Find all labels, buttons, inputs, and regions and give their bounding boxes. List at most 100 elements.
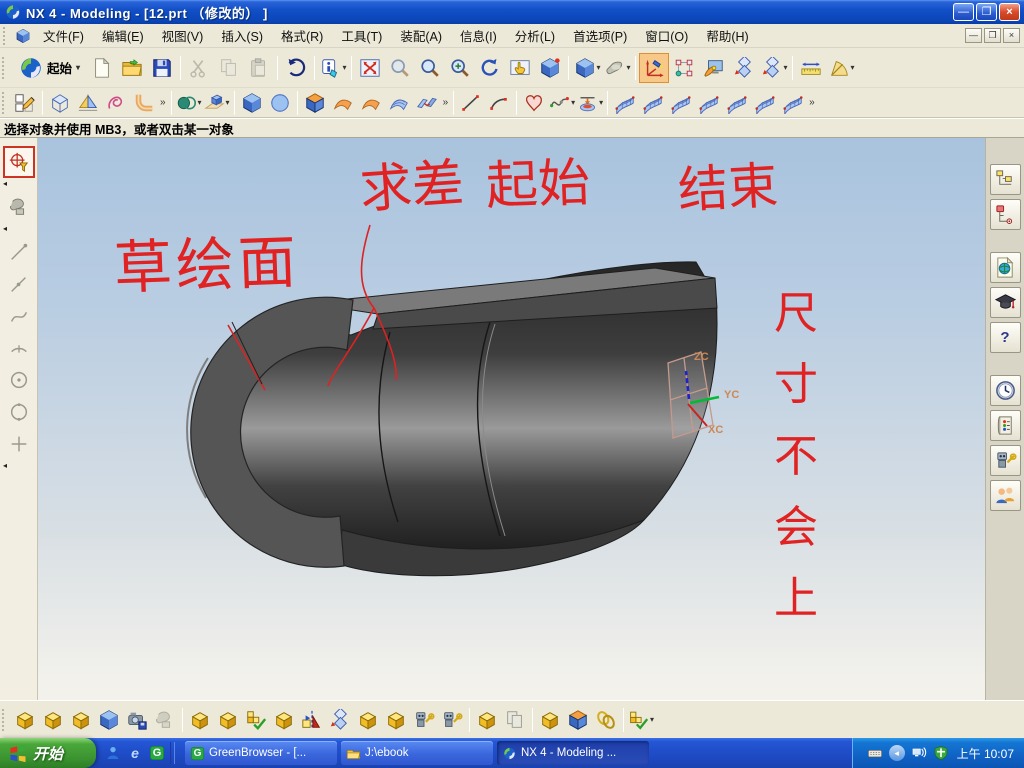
snap-existing-point-button[interactable] — [3, 428, 35, 460]
mirror-assembly-button[interactable] — [298, 707, 326, 733]
mdi-close-button[interactable]: × — [1003, 28, 1020, 43]
view-wizard-button[interactable] — [699, 53, 729, 83]
snap-crosshair-button[interactable] — [2, 146, 35, 178]
swept-surface-button[interactable] — [723, 90, 751, 116]
sequence-button[interactable] — [501, 707, 529, 733]
section-surface-button[interactable] — [751, 90, 779, 116]
snap-circle-center-button[interactable] — [3, 364, 35, 396]
perspective-button[interactable] — [535, 53, 565, 83]
history-tab[interactable] — [989, 375, 1021, 406]
close-button[interactable]: × — [999, 3, 1020, 21]
pad-button[interactable]: ▾ — [576, 90, 604, 116]
snap-point-button[interactable] — [669, 53, 699, 83]
curve-mesh-button[interactable] — [695, 90, 723, 116]
sketch-button[interactable] — [11, 90, 39, 116]
quicklaunch-greenbrowser[interactable]: G — [148, 744, 166, 762]
wave-link-button[interactable] — [592, 707, 620, 733]
move-component-button[interactable] — [326, 707, 354, 733]
replace-component-button[interactable] — [354, 707, 382, 733]
menu-insert[interactable]: 插入(S) — [212, 23, 272, 48]
menu-analysis[interactable]: 分析(L) — [506, 23, 564, 48]
quicklaunch-messenger[interactable] — [104, 744, 122, 762]
add-multiple-button[interactable] — [270, 707, 298, 733]
rotate-view-button[interactable] — [475, 53, 505, 83]
part-navigator-tab[interactable] — [989, 199, 1021, 230]
profile-button[interactable] — [520, 90, 548, 116]
step-back-button[interactable]: ▾ — [759, 53, 789, 83]
trim-body-button[interactable] — [301, 90, 329, 116]
mate-component-button[interactable] — [410, 707, 438, 733]
orient-csys-button[interactable] — [639, 52, 670, 83]
menu-format[interactable]: 格式(R) — [272, 23, 332, 48]
extrude-button[interactable]: ▾ — [203, 90, 231, 116]
hide-icons-chevron[interactable]: ◂ — [888, 745, 905, 761]
measure-distance-button[interactable] — [796, 53, 826, 83]
curve-button[interactable] — [102, 90, 130, 116]
snap-quadrant-button[interactable] — [3, 396, 35, 428]
quicklaunch-ie[interactable]: e — [126, 744, 144, 762]
edit-suppression-button[interactable] — [438, 707, 466, 733]
trimmed-sheet-button[interactable] — [385, 90, 413, 116]
snapshot-button[interactable] — [123, 707, 151, 733]
isolate-component-button[interactable] — [564, 707, 592, 733]
task-greenbrowser[interactable]: G GreenBrowser - [... — [185, 741, 337, 765]
snap-inferred-button[interactable] — [3, 191, 35, 223]
snap-midpoint-button[interactable] — [3, 268, 35, 300]
check-mate-button[interactable]: ▾ — [627, 707, 655, 733]
exploded-view-button[interactable] — [536, 707, 564, 733]
information-button[interactable]: ▾ — [318, 53, 348, 83]
menu-help[interactable]: 帮助(H) — [697, 23, 757, 48]
snap-endpoint-button[interactable] — [3, 236, 35, 268]
start-menu-button[interactable]: 起始 ▾ — [11, 53, 87, 83]
open-component-button[interactable] — [39, 707, 67, 733]
open-file-button[interactable] — [117, 53, 147, 83]
through-curves-button[interactable] — [667, 90, 695, 116]
collapse-arrow-icon[interactable]: ◂ — [3, 224, 7, 233]
rendering-style-button[interactable]: ▾ — [602, 53, 632, 83]
snap-arc-center-button[interactable] — [3, 332, 35, 364]
select-components-button[interactable] — [67, 707, 95, 733]
tray-clock[interactable]: 上午 10:07 — [957, 745, 1014, 762]
overflow-chevron-icon[interactable]: » — [160, 97, 166, 108]
zoom-in-out-button[interactable] — [445, 53, 475, 83]
collapse-arrow-icon[interactable]: ◂ — [3, 461, 7, 470]
spline-button[interactable]: ▾ — [548, 90, 576, 116]
assembly-navigator-tab[interactable] — [989, 164, 1021, 195]
measure-angle-button[interactable]: ▾ — [826, 53, 856, 83]
add-component-button[interactable] — [186, 707, 214, 733]
start-button[interactable]: 开始 — [0, 738, 96, 768]
tube-button[interactable] — [130, 90, 158, 116]
system-tab[interactable] — [989, 445, 1021, 476]
swept-button[interactable] — [329, 90, 357, 116]
show-components-button[interactable] — [95, 707, 123, 733]
mdi-restore-button[interactable]: ❐ — [984, 28, 1001, 43]
snap-point-on-curve-button[interactable] — [3, 300, 35, 332]
antivirus-shield-icon[interactable] — [933, 745, 949, 761]
assembly-constraints-button[interactable] — [382, 707, 410, 733]
task-nx-modeling[interactable]: NX 4 - Modeling ... — [497, 741, 649, 765]
menu-information[interactable]: 信息(I) — [451, 23, 506, 48]
minimize-button[interactable]: — — [953, 3, 974, 21]
training-tab[interactable] — [989, 287, 1021, 318]
step-forward-button[interactable] — [729, 53, 759, 83]
palette-tab[interactable] — [989, 410, 1021, 441]
n-sided-surface-button[interactable] — [779, 90, 807, 116]
web-browser-tab[interactable] — [989, 252, 1021, 283]
datum-csys-button[interactable] — [74, 90, 102, 116]
task-ebook-folder[interactable]: J:\ebook — [341, 741, 493, 765]
arc-button[interactable] — [485, 90, 513, 116]
collapse-arrow-icon[interactable]: ◂ — [3, 179, 7, 188]
system-menu-icon[interactable] — [14, 28, 32, 44]
save-button[interactable] — [147, 53, 177, 83]
line-button[interactable] — [457, 90, 485, 116]
restore-button[interactable]: ❐ — [976, 3, 997, 21]
roles-tab[interactable] — [989, 480, 1021, 511]
keyboard-tray-icon[interactable] — [867, 745, 883, 761]
block-button[interactable] — [238, 90, 266, 116]
menu-view[interactable]: 视图(V) — [153, 23, 213, 48]
sheet-button[interactable] — [357, 90, 385, 116]
new-component-button[interactable] — [214, 707, 242, 733]
datum-plane-button[interactable] — [46, 90, 74, 116]
fit-view-button[interactable] — [355, 53, 385, 83]
arrangements-button[interactable] — [473, 707, 501, 733]
